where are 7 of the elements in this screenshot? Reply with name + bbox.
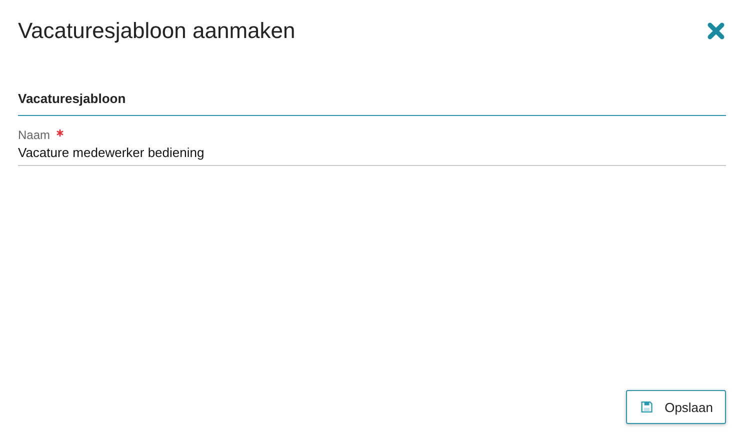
section-title: Vacaturesjabloon [18, 91, 126, 106]
dialog-title: Vacaturesjabloon aanmaken [18, 18, 296, 44]
name-field[interactable]: Naam Vacature medewerker bediening [18, 128, 726, 166]
field-value: Vacature medewerker bediening [18, 145, 206, 160]
save-button[interactable]: Opslaan [626, 390, 726, 424]
field-label: Naam [18, 128, 50, 142]
close-icon[interactable] [707, 22, 725, 40]
